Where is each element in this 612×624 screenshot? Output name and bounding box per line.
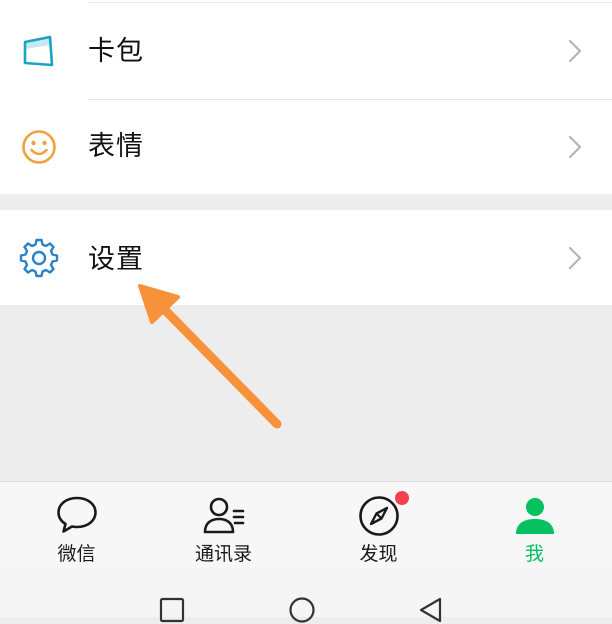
tab-contacts[interactable]: 通讯录 [147, 482, 300, 569]
menu-group-settings: 设置 [0, 210, 612, 305]
gear-icon [19, 238, 59, 278]
tab-label: 微信 [57, 543, 96, 565]
menu-item-card-wallet[interactable]: 卡包 [0, 3, 612, 99]
recent-apps-icon[interactable] [158, 596, 186, 624]
chevron-right-icon [566, 134, 584, 160]
tab-chats[interactable]: 微信 [0, 482, 153, 569]
notification-badge [395, 491, 409, 505]
compass-icon [357, 494, 401, 538]
card-wallet-icon [19, 31, 59, 71]
back-icon[interactable] [416, 596, 444, 624]
menu-item-settings[interactable]: 设置 [0, 210, 612, 305]
tab-label: 发现 [359, 543, 398, 565]
chevron-right-icon [566, 245, 584, 271]
tab-discover[interactable]: 发现 [302, 482, 455, 569]
smiley-icon [19, 127, 59, 167]
tab-label: 我 [524, 543, 544, 565]
home-icon[interactable] [288, 596, 316, 624]
bottom-tab-bar: 微信 通讯录 发现 我 [0, 481, 612, 569]
menu-item-label: 卡包 [88, 36, 144, 67]
tab-label: 通讯录 [194, 543, 252, 565]
menu-group-wallet: 卡包 表情 [0, 0, 612, 194]
person-icon [513, 494, 557, 538]
contacts-icon [202, 494, 246, 538]
system-nav-bar [0, 568, 612, 623]
chat-bubble-icon [55, 494, 99, 538]
menu-item-label: 表情 [88, 131, 144, 162]
tab-me[interactable]: 我 [458, 482, 611, 569]
chevron-right-icon [566, 38, 584, 64]
menu-item-stickers[interactable]: 表情 [0, 100, 612, 194]
menu-item-label: 设置 [88, 244, 144, 275]
